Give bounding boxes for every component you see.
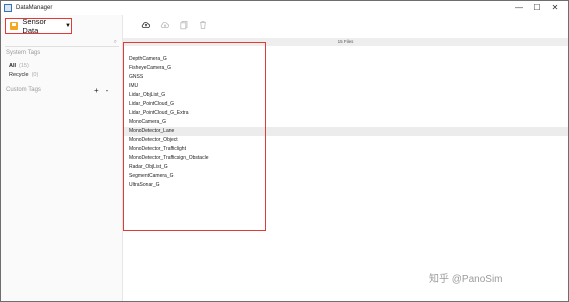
dataset-dropdown[interactable]: Sensor Data ▼ (5, 17, 72, 35)
search-icon: ⌕ (113, 39, 117, 45)
window-title: DataManager (16, 5, 53, 11)
remove-tag-button[interactable]: - (106, 86, 109, 95)
copy-icon[interactable] (179, 20, 189, 30)
tag-all[interactable]: All (15) (9, 63, 29, 69)
sidebar: Sensor Data ▼ ⌕ System Tags All (15) Recy… (1, 15, 123, 301)
toolbar (141, 20, 208, 30)
custom-tag-actions: + - (94, 86, 108, 95)
tag-recycle[interactable]: Recycle (0) (9, 72, 38, 78)
system-tags-title: System Tags (6, 50, 41, 56)
main-panel: 15 Files DepthCamera_G FisheyeCamera_G G… (123, 15, 568, 301)
window-controls: — ☐ ✕ (510, 1, 564, 15)
delete-icon[interactable] (198, 20, 208, 30)
data-manager-window: DataManager — ☐ ✕ Sensor Data ▼ ⌕ System… (0, 0, 569, 302)
title-bar: DataManager — ☐ ✕ (1, 1, 568, 15)
close-button[interactable]: ✕ (546, 1, 564, 15)
tag-count: (0) (31, 72, 39, 78)
sensor-data-icon (10, 22, 19, 30)
add-tag-button[interactable]: + (94, 86, 99, 95)
tag-label: Recycle (9, 72, 29, 78)
custom-tags-title: Custom Tags (6, 87, 41, 93)
minimize-button[interactable]: — (510, 1, 528, 15)
download-cloud-icon[interactable] (160, 20, 170, 30)
file-list-highlight (123, 42, 266, 231)
app-icon (4, 4, 12, 12)
upload-cloud-icon[interactable] (141, 20, 151, 30)
watermark: 知乎 @PanoSim (429, 274, 503, 285)
caret-down-icon: ▼ (65, 23, 71, 29)
tag-label: All (9, 63, 17, 69)
maximize-button[interactable]: ☐ (528, 1, 546, 15)
dataset-label: Sensor Data (22, 17, 47, 35)
tag-search-input[interactable]: ⌕ (5, 39, 119, 47)
tag-count: (15) (19, 63, 29, 69)
file-list-area: DepthCamera_G FisheyeCamera_G GNSS IMU L… (123, 42, 568, 301)
